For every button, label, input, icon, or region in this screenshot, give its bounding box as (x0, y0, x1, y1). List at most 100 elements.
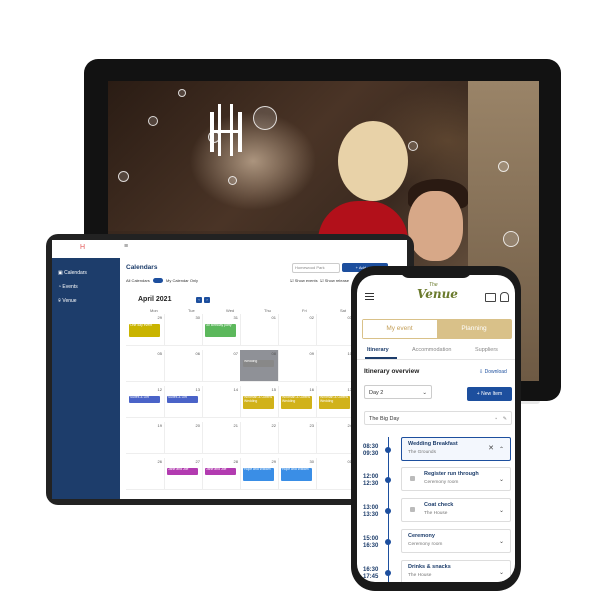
venue-search-input[interactable]: Homewood Park (292, 263, 340, 273)
end-time: 16:30 (363, 543, 379, 549)
day-number: 23 (309, 423, 314, 428)
calendar-event[interactable]: Hope and William (281, 468, 312, 481)
item-time: 15:00 16:30 (363, 536, 378, 550)
calendar-day-cell[interactable]: 23 (278, 422, 317, 454)
day-name-field[interactable]: The Big Day ▪ ✎ (364, 411, 512, 425)
calendar-event[interactable]: Suites & Dirt (167, 396, 198, 403)
day-number: 14 (233, 387, 238, 392)
tab-suppliers[interactable]: Suppliers (475, 347, 498, 353)
item-time: 12:00 12:30 (363, 474, 378, 488)
calendar-event[interactable]: Whitman & Owens Wedding (243, 396, 274, 409)
calendar-day-cell[interactable]: 09 (278, 350, 317, 382)
tablet-brand-icon: H (80, 244, 86, 251)
segment-planning[interactable]: Planning (437, 320, 511, 338)
day-number: 30 (195, 315, 200, 320)
calendar-day-cell[interactable]: 10 (316, 350, 355, 382)
bubble (148, 116, 158, 126)
calendar-event[interactable]: Hope and William (243, 468, 274, 481)
chevron-up-icon[interactable]: ⌃ (499, 446, 504, 453)
calendar-day-cell[interactable]: 05 (126, 350, 165, 382)
new-item-button[interactable]: + New Item (467, 387, 512, 401)
calendar-day-cell[interactable]: 19 (126, 422, 165, 454)
show-releases-checkbox[interactable]: ☑ Show release (320, 278, 349, 283)
calendar-day-cell[interactable]: 07 (202, 350, 241, 382)
itinerary-item[interactable]: Register run through Ceremony room ⌄ (401, 467, 511, 491)
hamburger-icon[interactable]: ≡ (124, 243, 128, 250)
lock-icon (410, 476, 415, 481)
item-title: Ceremony (408, 533, 435, 539)
prev-month-button[interactable]: ‹ (196, 297, 202, 303)
end-time: 09:30 (363, 451, 379, 457)
item-location: Ceremony room (408, 542, 443, 547)
lock-icon: ▪ (495, 416, 497, 422)
calendar-day-cell[interactable]: 01 (316, 458, 355, 490)
itinerary-item[interactable]: Ceremony Ceremony room ⌄ (401, 529, 511, 553)
show-events-label: Show events (294, 278, 318, 283)
sidebar-item-events[interactable]: ◔ Events (58, 284, 78, 290)
calendar-day-cell[interactable]: 26 (126, 458, 165, 490)
itinerary-item[interactable]: Drinks & snacks The House ⌄ (401, 560, 511, 582)
item-title: Wedding Breakfast (408, 441, 458, 447)
bubble (118, 171, 129, 182)
calendar-day-cell[interactable]: 21 (202, 422, 241, 454)
calendar-event[interactable]: Wedding (243, 360, 274, 367)
next-month-button[interactable]: › (204, 297, 210, 303)
calendar-event[interactable]: Jane and Joe (205, 468, 236, 475)
show-events-checkbox[interactable]: ☑ Show events (290, 278, 318, 283)
calendar-day-cell[interactable]: 20 (164, 422, 203, 454)
day-number: 05 (157, 351, 162, 356)
calendar-day-cell[interactable]: 02 (278, 314, 317, 346)
start-time: 13:00 (363, 505, 379, 511)
calendar-day-cell[interactable]: 30 (164, 314, 203, 346)
calendar-day-cell[interactable]: 14 (202, 386, 241, 418)
item-title: Drinks & snacks (408, 564, 451, 570)
item-time: 08:30 09:30 (363, 444, 378, 458)
segment-my-event[interactable]: My event (363, 320, 436, 338)
bell-icon[interactable] (500, 292, 509, 302)
chevron-down-icon[interactable]: ⌄ (499, 538, 504, 545)
itinerary-item[interactable]: Wedding Breakfast The Grounds ✕ ⌃ (401, 437, 511, 461)
chat-icon[interactable] (485, 293, 496, 302)
item-location: The House (424, 511, 448, 516)
all-calendars-label: All Calendars (126, 278, 150, 283)
calendar-day-cell[interactable]: 01 (240, 314, 279, 346)
calendar-event[interactable]: One day event (129, 324, 160, 337)
sidebar-item-venue[interactable]: ⌾ Venue (58, 298, 77, 304)
day-number: 21 (233, 423, 238, 428)
day-number: 08 (271, 351, 276, 356)
chevron-down-icon[interactable]: ⌄ (499, 507, 504, 514)
calendar-day-cell[interactable]: 06 (164, 350, 203, 382)
day-number: 02 (309, 315, 314, 320)
calendar-day-cell[interactable]: 22 (240, 422, 279, 454)
day-select-value: Day 2 (369, 390, 384, 396)
calendar-event[interactable]: Suites & Dirt (129, 396, 160, 403)
day-header: Thu (264, 308, 271, 313)
active-tab-indicator (365, 357, 397, 359)
edit-icon[interactable]: ✎ (503, 412, 507, 426)
calendar-day-cell[interactable]: 03 (316, 314, 355, 346)
calendar-day-cell[interactable]: 24 (316, 422, 355, 454)
calendar-event[interactable]: Whitman & Owens Wedding (281, 396, 312, 409)
tab-accommodation[interactable]: Accommodation (412, 347, 451, 353)
calendar-event[interactable]: Jane and Joe (167, 468, 198, 475)
calendar-event[interactable]: Whitman & Owens Wedding (319, 396, 350, 409)
download-link[interactable]: ⇩ Download (479, 369, 507, 375)
section-title: Itinerary overview (364, 368, 420, 375)
phone-notch (400, 266, 472, 278)
tab-itinerary[interactable]: Itinerary (367, 347, 389, 353)
hamburger-icon[interactable] (365, 293, 374, 300)
sidebar-item-calendars[interactable]: ▣ Calendars (58, 270, 87, 276)
calendar-toggle[interactable] (152, 278, 163, 284)
item-title: Register run through (424, 471, 479, 477)
bubble (408, 141, 418, 151)
day-select[interactable]: Day 2 ⌄ (364, 385, 432, 399)
venue-logo-icon (208, 104, 248, 156)
chevron-down-icon[interactable]: ⌄ (499, 476, 504, 483)
day-number: 28 (233, 459, 238, 464)
chevron-down-icon[interactable]: ⌄ (499, 569, 504, 576)
sidebar-item-label: Events (62, 284, 78, 290)
item-location: The House (408, 573, 432, 578)
item-title: Coat check (424, 502, 454, 508)
calendar-event[interactable]: 30 Birthday party (205, 324, 236, 337)
itinerary-item[interactable]: Coat check The House ⌄ (401, 498, 511, 522)
